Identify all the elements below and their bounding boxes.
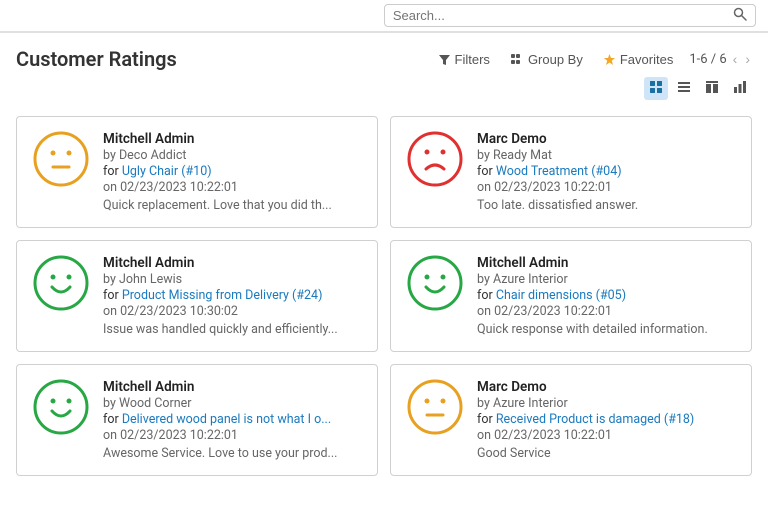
list-view-button[interactable] [672, 77, 696, 100]
card-for-link[interactable]: Received Product is damaged (#18) [496, 412, 694, 427]
card-item: Mitchell Admin by John Lewis for Product… [16, 240, 378, 352]
card-comment: Quick response with detailed information… [477, 322, 735, 337]
face-icon [33, 131, 89, 187]
card-name: Mitchell Admin [103, 255, 361, 271]
card-comment: Awesome Service. Love to use your prod..… [103, 446, 361, 461]
chart-view-button[interactable] [728, 77, 752, 100]
card-by: by Azure Interior [477, 272, 735, 287]
group-by-label: Group By [528, 52, 583, 67]
card-for-link[interactable]: Product Missing from Delivery (#24) [122, 288, 323, 303]
card-comment: Good Service [477, 446, 735, 461]
card-by: by John Lewis [103, 272, 361, 287]
filters-label: Filters [455, 52, 490, 67]
card-item: Marc Demo by Ready Mat for Wood Treatmen… [390, 116, 752, 228]
card-content: Mitchell Admin by Deco Addict for Ugly C… [103, 131, 361, 213]
top-bar [0, 0, 768, 32]
card-content: Mitchell Admin by Azure Interior for Cha… [477, 255, 735, 337]
favorites-label: Favorites [620, 52, 673, 67]
card-for-link[interactable]: Chair dimensions (#05) [496, 288, 626, 303]
card-comment: Issue was handled quickly and efficientl… [103, 322, 361, 337]
card-date: on 02/23/2023 10:22:01 [477, 180, 735, 195]
kanban-view-button[interactable] [644, 77, 668, 100]
card-for: for Received Product is damaged (#18) [477, 412, 735, 427]
card-item: Mitchell Admin by Azure Interior for Cha… [390, 240, 752, 352]
card-content: Mitchell Admin by John Lewis for Product… [103, 255, 361, 337]
card-content: Marc Demo by Azure Interior for Received… [477, 379, 735, 461]
favorites-button[interactable]: Favorites [599, 50, 677, 69]
card-for-link[interactable]: Delivered wood panel is not what I o... [122, 412, 331, 427]
search-button[interactable] [733, 7, 747, 24]
card-by: by Deco Addict [103, 148, 361, 163]
card-item: Marc Demo by Azure Interior for Received… [390, 364, 752, 476]
card-for-link[interactable]: Ugly Chair (#10) [122, 164, 212, 179]
card-comment: Too late. dissatisfied answer. [477, 198, 735, 213]
card-by: by Azure Interior [477, 396, 735, 411]
page-header: Customer Ratings Filters Group By [0, 32, 768, 75]
card-name: Marc Demo [477, 379, 735, 395]
prev-page-button[interactable]: ‹ [731, 51, 740, 67]
cards-grid: Mitchell Admin by Deco Addict for Ugly C… [0, 108, 768, 484]
search-input[interactable] [393, 8, 729, 23]
face-icon [407, 255, 463, 311]
face-icon [407, 131, 463, 187]
card-content: Marc Demo by Ready Mat for Wood Treatmen… [477, 131, 735, 213]
card-for-link[interactable]: Wood Treatment (#04) [496, 164, 622, 179]
card-comment: Quick replacement. Love that you did th.… [103, 198, 361, 213]
view-controls [0, 75, 768, 108]
next-page-button[interactable]: › [743, 51, 752, 67]
card-for: for Product Missing from Delivery (#24) [103, 288, 361, 303]
face-icon [33, 379, 89, 435]
card-date: on 02/23/2023 10:22:01 [477, 304, 735, 319]
card-date: on 02/23/2023 10:22:01 [103, 180, 361, 195]
group-by-button[interactable]: Group By [506, 50, 587, 69]
filters-button[interactable]: Filters [434, 50, 494, 69]
face-icon [33, 255, 89, 311]
card-for: for Ugly Chair (#10) [103, 164, 361, 179]
page-title: Customer Ratings [16, 47, 177, 71]
card-name: Mitchell Admin [103, 379, 361, 395]
card-by: by Ready Mat [477, 148, 735, 163]
card-date: on 02/23/2023 10:22:01 [103, 428, 361, 443]
card-for: for Chair dimensions (#05) [477, 288, 735, 303]
card-by: by Wood Corner [103, 396, 361, 411]
pagination-text: 1-6 / 6 [689, 52, 726, 67]
card-for: for Wood Treatment (#04) [477, 164, 735, 179]
card-name: Mitchell Admin [477, 255, 735, 271]
card-item: Mitchell Admin by Wood Corner for Delive… [16, 364, 378, 476]
search-container [384, 4, 756, 27]
face-icon [407, 379, 463, 435]
card-item: Mitchell Admin by Deco Addict for Ugly C… [16, 116, 378, 228]
toolbar-actions: Filters Group By Favorites 1-6 / 6 [434, 50, 752, 69]
card-name: Marc Demo [477, 131, 735, 147]
pagination-info: 1-6 / 6 ‹ › [689, 51, 752, 67]
table-view-button[interactable] [700, 77, 724, 100]
card-name: Mitchell Admin [103, 131, 361, 147]
card-content: Mitchell Admin by Wood Corner for Delive… [103, 379, 361, 461]
card-date: on 02/23/2023 10:22:01 [477, 428, 735, 443]
card-date: on 02/23/2023 10:30:02 [103, 304, 361, 319]
card-for: for Delivered wood panel is not what I o… [103, 412, 361, 427]
